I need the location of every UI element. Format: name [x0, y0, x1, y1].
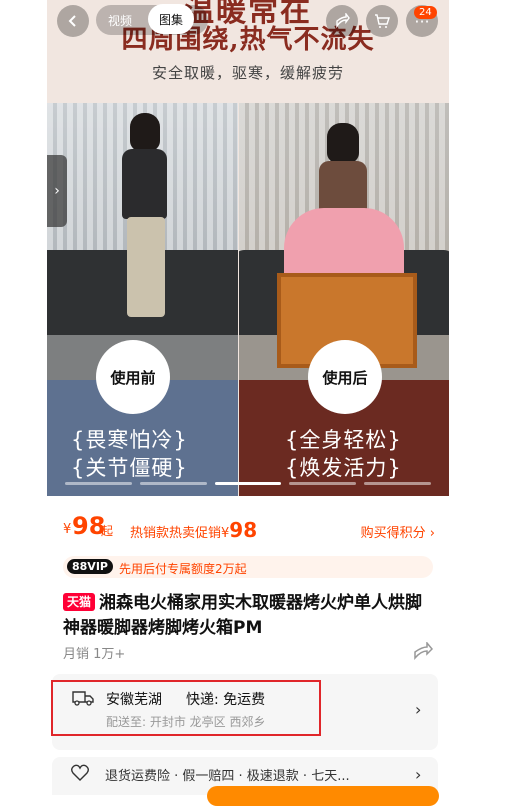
share-icon	[336, 13, 350, 29]
ship-to-address: 配送至: 开封市 龙亭区 西郊乡	[106, 715, 266, 729]
points-link[interactable]: 购买得积分 ›	[361, 522, 435, 541]
after-line-2: {焕发活力}	[285, 456, 402, 480]
product-title: 天猫 湘森电火桶家用实木取暖器烤火炉单人烘脚神器暖脚器烤脚烤火箱PM	[63, 591, 435, 641]
chevron-right-icon[interactable]: ›	[415, 700, 421, 719]
chevron-left-icon	[68, 15, 76, 27]
promo-label: 热销款热卖促销¥	[130, 526, 230, 541]
progress-segment	[364, 482, 431, 485]
promo-amount: 98	[229, 518, 258, 542]
chevron-right-icon[interactable]: ›	[415, 765, 421, 784]
tmall-badge: 天猫	[63, 593, 96, 611]
tab-album[interactable]: 图集	[148, 4, 194, 34]
after-line-1: {全身轻松}	[285, 428, 402, 452]
after-text: {全身轻松} {焕发活力}	[285, 426, 402, 482]
gallery-progress	[65, 482, 431, 485]
service-text: 退货运费险 · 假一赔四 · 极速退款 · 七天...	[105, 769, 350, 784]
share-icon[interactable]	[413, 642, 433, 660]
cart-count-badge: 24	[414, 6, 437, 19]
price-currency: ¥	[63, 522, 72, 537]
progress-segment	[289, 482, 357, 485]
badge-before: 使用前	[96, 340, 170, 414]
side-drawer-handle[interactable]: ›	[47, 155, 67, 227]
chevron-right-icon: ›	[54, 183, 60, 199]
before-text: {畏寒怕冷} {关节僵硬}	[71, 426, 188, 482]
buy-button[interactable]	[207, 786, 439, 806]
monthly-sales: 月销 1万+	[63, 647, 126, 662]
promo-price: 热销款热卖促销¥98	[130, 518, 257, 542]
vip-text: 先用后付专属额度2万起	[119, 562, 247, 576]
product-title-text: 湘森电火桶家用实木取暖器烤火炉单人烘脚神器暖脚器烤脚烤火箱PM	[63, 593, 423, 638]
after-photo	[239, 103, 449, 380]
vip-banner[interactable]: 88VIP 先用后付专属额度2万起	[63, 556, 433, 578]
ship-origin: 安徽芜湖	[106, 692, 162, 708]
vip-tag: 88VIP	[67, 559, 113, 574]
tab-video[interactable]: 视频	[108, 12, 132, 29]
share-button[interactable]	[326, 5, 358, 37]
progress-segment	[65, 482, 132, 485]
cart-button[interactable]	[366, 5, 398, 37]
cart-icon	[375, 14, 390, 28]
before-line-1: {畏寒怕冷}	[71, 428, 188, 452]
price-row: ¥ 98 起 热销款热卖促销¥98 购买得积分 ›	[63, 512, 435, 542]
shipping-fee: 快递: 免运费	[186, 692, 266, 708]
before-line-2: {关节僵硬}	[71, 456, 188, 480]
badge-after: 使用后	[308, 340, 382, 414]
back-button[interactable]	[57, 5, 89, 37]
truck-icon	[72, 691, 94, 706]
price-suffix: 起	[101, 524, 114, 538]
progress-segment	[139, 482, 207, 485]
hero-subline: 安全取暖，驱寒，缓解疲劳	[151, 64, 344, 82]
heart-icon	[71, 764, 89, 781]
progress-segment-active	[214, 482, 282, 485]
product-image-gallery[interactable]: 温暖常在 四周围绕,热气不流失 安全取暖，驱寒，缓解疲劳 使用前 使用后 {畏寒…	[47, 0, 449, 496]
before-photo	[47, 103, 238, 380]
